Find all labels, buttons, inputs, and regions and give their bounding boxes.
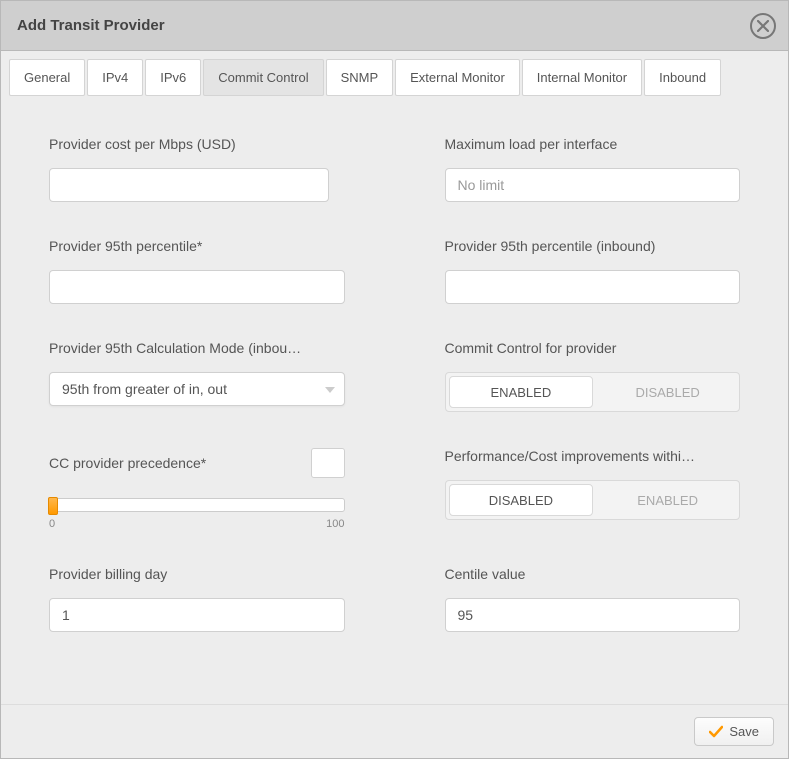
check-icon: [709, 725, 723, 739]
slider-track: [49, 498, 345, 512]
tab-internal-monitor[interactable]: Internal Monitor: [522, 59, 642, 96]
perf-cost-disabled-button[interactable]: DISABLED: [449, 484, 594, 516]
tab-ipv6[interactable]: IPv6: [145, 59, 201, 96]
perf-cost-enabled-button[interactable]: ENABLED: [596, 481, 739, 519]
max-load-input[interactable]: [445, 168, 741, 202]
tab-ipv4[interactable]: IPv4: [87, 59, 143, 96]
label-provider-cost: Provider cost per Mbps (USD): [49, 136, 345, 152]
save-button[interactable]: Save: [694, 717, 774, 746]
tab-bar: General IPv4 IPv6 Commit Control SNMP Ex…: [1, 51, 788, 96]
tab-commit-control[interactable]: Commit Control: [203, 59, 323, 96]
form-content: Provider cost per Mbps (USD) Maximum loa…: [1, 96, 788, 704]
commit-control-toggle: ENABLED DISABLED: [445, 372, 741, 412]
add-transit-provider-dialog: Add Transit Provider General IPv4 IPv6 C…: [0, 0, 789, 759]
slider-min: 0: [49, 518, 55, 530]
billing-day-input[interactable]: [49, 598, 345, 632]
commit-enabled-button[interactable]: ENABLED: [449, 376, 594, 408]
tab-external-monitor[interactable]: External Monitor: [395, 59, 520, 96]
slider-handle[interactable]: [48, 497, 58, 515]
save-label: Save: [729, 724, 759, 739]
dialog-header: Add Transit Provider: [1, 1, 788, 51]
field-precedence: CC provider precedence* 0 100: [49, 448, 345, 530]
perf-cost-toggle: DISABLED ENABLED: [445, 480, 741, 520]
tab-inbound[interactable]: Inbound: [644, 59, 721, 96]
field-p95-inbound: Provider 95th percentile (inbound): [445, 238, 741, 304]
label-p95-inbound: Provider 95th percentile (inbound): [445, 238, 741, 254]
p95-inbound-input[interactable]: [445, 270, 741, 304]
calc-mode-value: 95th from greater of in, out: [49, 372, 345, 406]
calc-mode-select[interactable]: 95th from greater of in, out: [49, 372, 345, 406]
slider-max: 100: [326, 518, 344, 530]
dialog-footer: Save: [1, 704, 788, 758]
field-commit-control: Commit Control for provider ENABLED DISA…: [445, 340, 741, 412]
field-centile: Centile value: [445, 566, 741, 632]
field-calc-mode: Provider 95th Calculation Mode (inbou… 9…: [49, 340, 345, 412]
centile-input[interactable]: [445, 598, 741, 632]
precedence-input[interactable]: [311, 448, 345, 478]
label-perf-cost: Performance/Cost improvements withi…: [445, 448, 741, 464]
label-billing-day: Provider billing day: [49, 566, 345, 582]
field-max-load: Maximum load per interface: [445, 136, 741, 202]
label-p95: Provider 95th percentile*: [49, 238, 345, 254]
label-commit-control: Commit Control for provider: [445, 340, 741, 356]
p95-input[interactable]: [49, 270, 345, 304]
precedence-slider[interactable]: 0 100: [49, 498, 345, 530]
commit-disabled-button[interactable]: DISABLED: [596, 373, 739, 411]
field-billing-day: Provider billing day: [49, 566, 345, 632]
close-icon: [757, 20, 769, 32]
close-button[interactable]: [750, 13, 776, 39]
tab-snmp[interactable]: SNMP: [326, 59, 394, 96]
dialog-title: Add Transit Provider: [17, 17, 165, 34]
label-precedence: CC provider precedence*: [49, 455, 206, 471]
label-centile: Centile value: [445, 566, 741, 582]
field-provider-cost: Provider cost per Mbps (USD): [49, 136, 345, 202]
field-p95: Provider 95th percentile*: [49, 238, 345, 304]
tab-general[interactable]: General: [9, 59, 85, 96]
slider-labels: 0 100: [49, 518, 345, 530]
provider-cost-input[interactable]: [49, 168, 329, 202]
field-perf-cost: Performance/Cost improvements withi… DIS…: [445, 448, 741, 530]
label-max-load: Maximum load per interface: [445, 136, 741, 152]
label-calc-mode: Provider 95th Calculation Mode (inbou…: [49, 340, 345, 356]
